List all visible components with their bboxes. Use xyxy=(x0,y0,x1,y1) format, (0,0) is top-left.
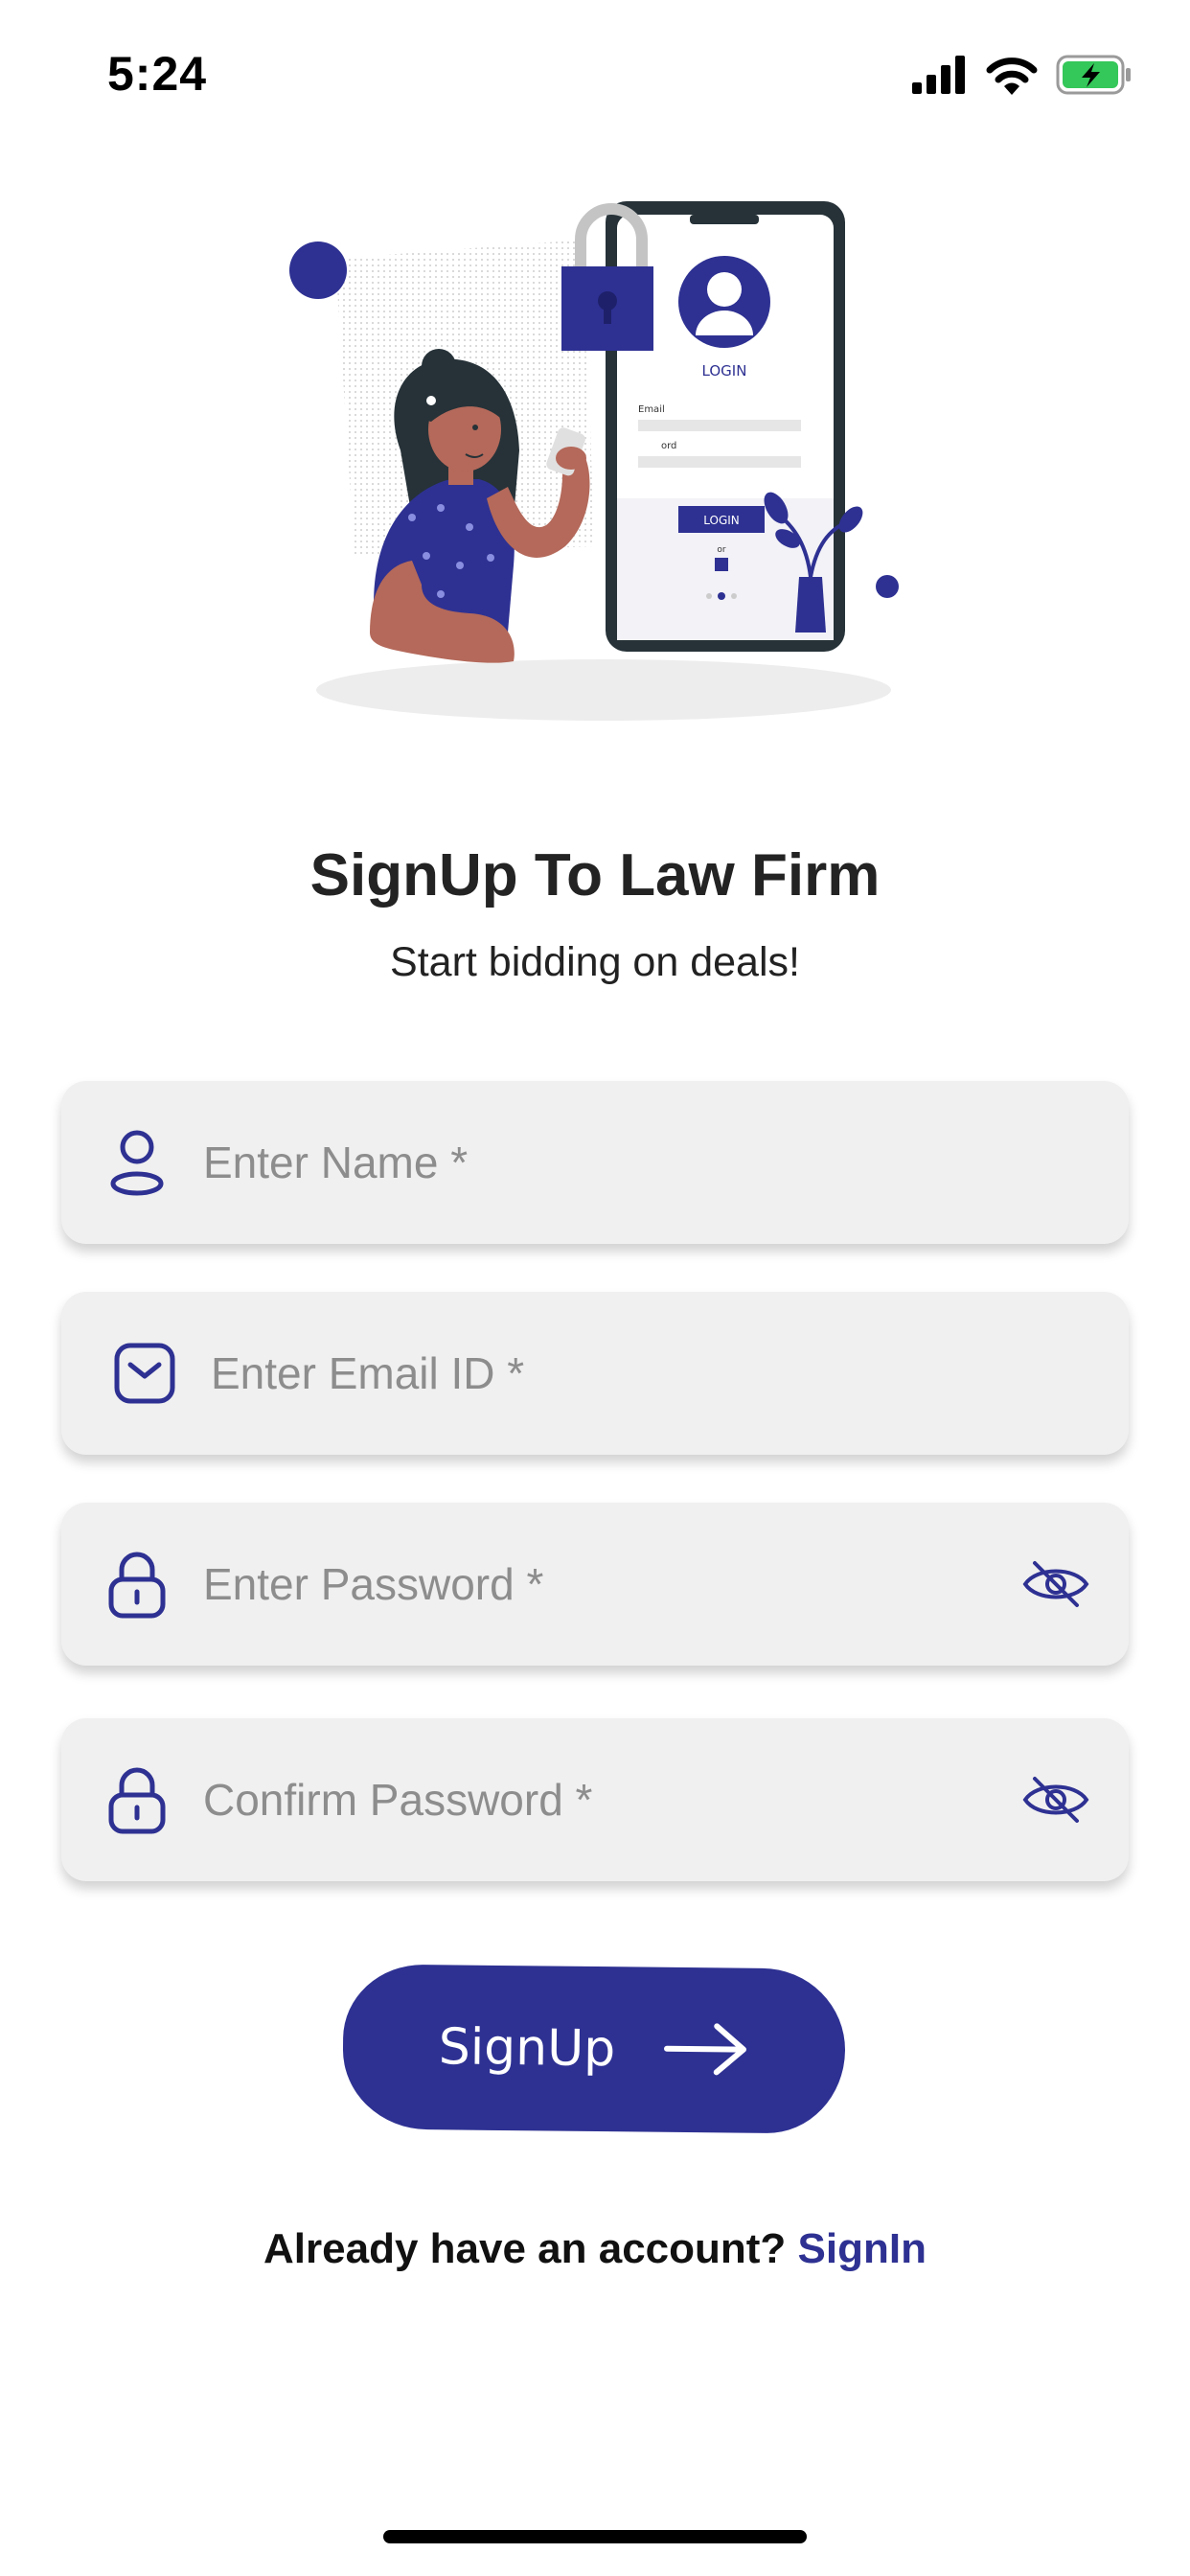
signup-button-label: SignUp xyxy=(438,2018,616,2079)
phone-or-label: or xyxy=(717,545,726,555)
home-indicator xyxy=(383,2530,807,2543)
lock-icon xyxy=(102,1764,172,1835)
email-input[interactable] xyxy=(209,1291,1129,1456)
name-input[interactable] xyxy=(201,1080,1129,1245)
lock-icon xyxy=(102,1549,172,1620)
phone-email-label: Email xyxy=(638,404,665,415)
status-bar: 5:24 xyxy=(0,0,1190,144)
password-input[interactable] xyxy=(201,1502,1018,1667)
status-time: 5:24 xyxy=(107,47,208,101)
signup-illustration: LOGIN Email ord LOGIN or xyxy=(289,201,899,721)
battery-charging-icon xyxy=(1056,55,1131,95)
arrow-right-icon xyxy=(663,2019,750,2081)
email-field[interactable] xyxy=(61,1291,1129,1456)
phone-login-title: LOGIN xyxy=(702,362,747,380)
confirm-password-input[interactable] xyxy=(201,1717,1018,1882)
eye-off-icon[interactable] xyxy=(1018,1761,1094,1838)
eye-off-icon[interactable] xyxy=(1018,1546,1094,1622)
phone-login-button: LOGIN xyxy=(703,514,740,527)
signin-prompt: Already have an account? SignIn xyxy=(0,2225,1190,2273)
name-field[interactable] xyxy=(61,1080,1129,1245)
page-subtitle: Start bidding on deals! xyxy=(390,939,800,985)
cellular-signal-icon xyxy=(912,56,965,94)
page-title: SignUp To Law Firm xyxy=(309,842,881,908)
phone-password-label: ord xyxy=(661,441,676,451)
signin-prompt-text: Already have an account? xyxy=(263,2225,787,2272)
signup-button[interactable]: SignUp xyxy=(342,1964,846,2134)
status-icons xyxy=(912,54,1133,96)
user-icon xyxy=(102,1127,172,1198)
confirm-password-field[interactable] xyxy=(61,1717,1129,1882)
mail-icon xyxy=(109,1338,180,1409)
wifi-icon xyxy=(986,58,1038,95)
signin-link[interactable]: SignIn xyxy=(798,2225,927,2272)
password-field[interactable] xyxy=(61,1502,1129,1667)
